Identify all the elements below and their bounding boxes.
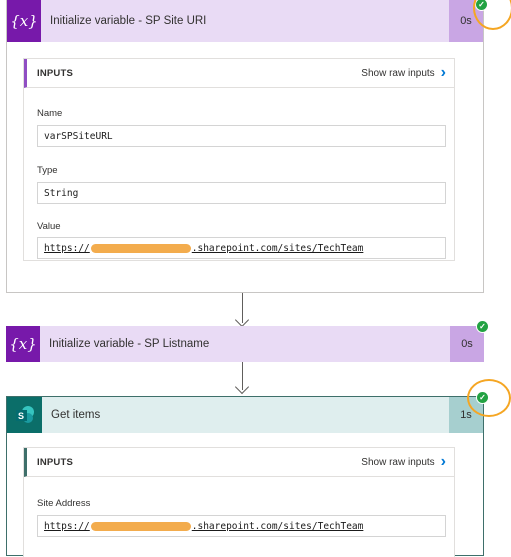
inputs-panel: INPUTS Show raw inputs › Site Address ht… (23, 447, 455, 557)
action-header[interactable]: {x} Initialize variable - SP Site URI 0s (7, 0, 483, 42)
highlight-circle (467, 379, 511, 417)
variable-icon: {x} (6, 326, 40, 362)
field-label-site-address: Site Address (37, 498, 91, 509)
action-header[interactable]: S Get items 1s (7, 397, 483, 433)
variable-icon: {x} (7, 0, 41, 42)
field-label-name: Name (37, 108, 63, 119)
action-title: Get items (51, 409, 101, 421)
action-title: Initialize variable - SP Listname (49, 338, 210, 350)
name-field[interactable]: varSPSiteURL (37, 125, 446, 147)
action-card-init-site-uri[interactable]: {x} Initialize variable - SP Site URI 0s… (6, 0, 511, 293)
success-check-icon: ✓ (476, 320, 489, 333)
redaction-mark (90, 521, 191, 531)
value-field[interactable]: https://.sharepoint.com/sites/TechTeam (37, 237, 446, 259)
type-field[interactable]: String (37, 182, 446, 204)
show-raw-inputs-link[interactable]: Show raw inputs › (361, 65, 446, 81)
inputs-header: INPUTS Show raw inputs › (24, 59, 454, 88)
inputs-header: INPUTS Show raw inputs › (24, 448, 454, 477)
sharepoint-icon: S (7, 397, 42, 433)
chevron-right-icon: › (440, 64, 446, 81)
action-title: Initialize variable - SP Site URI (50, 15, 207, 27)
action-card-init-listname[interactable]: {x} Initialize variable - SP Listname 0s… (6, 320, 489, 362)
site-address-field[interactable]: https://.sharepoint.com/sites/TechTeam (37, 515, 446, 537)
site-url-link[interactable]: https://.sharepoint.com/sites/TechTeam (44, 521, 363, 532)
redaction-mark (90, 243, 191, 253)
field-label-value: Value (37, 221, 61, 232)
show-raw-inputs-link[interactable]: Show raw inputs › (361, 454, 446, 470)
inputs-panel: INPUTS Show raw inputs › Name varSPSiteU… (23, 58, 455, 261)
inputs-label: INPUTS (37, 67, 74, 79)
site-url-link[interactable]: https://.sharepoint.com/sites/TechTeam (44, 243, 363, 254)
action-card-get-items[interactable]: S Get items 1s INPUTS Show raw inputs › … (6, 379, 511, 557)
action-header[interactable]: {x} Initialize variable - SP Listname 0s (6, 326, 484, 362)
flow-arrow (232, 362, 252, 395)
inputs-label: INPUTS (37, 456, 74, 468)
flow-arrow (232, 293, 252, 328)
field-label-type: Type (37, 165, 58, 176)
chevron-right-icon: › (440, 453, 446, 470)
